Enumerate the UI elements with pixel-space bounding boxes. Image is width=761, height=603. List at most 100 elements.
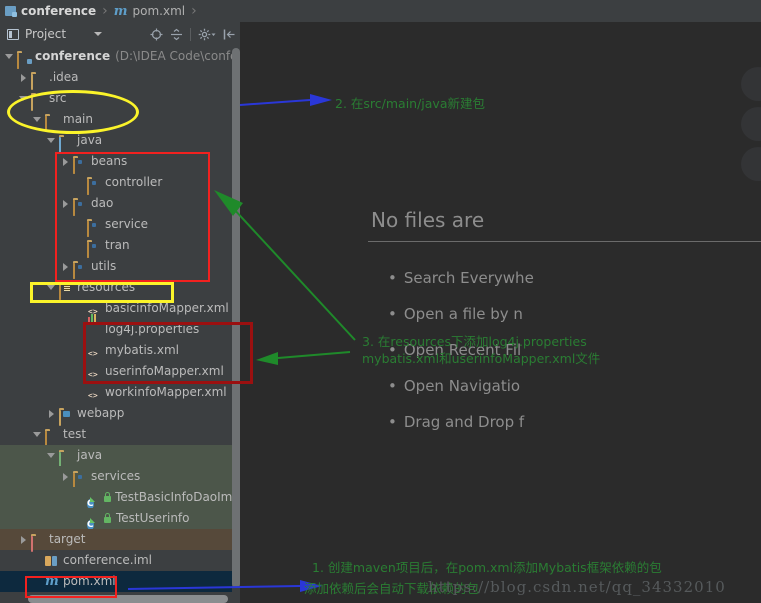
tree-node-service[interactable]: service — [0, 214, 240, 237]
module-root-folder-icon — [17, 51, 31, 69]
tree-node-testuserinfo[interactable]: C TestUserinfo — [0, 508, 240, 530]
maven-m-icon: m — [45, 574, 59, 589]
hide-panel-icon[interactable] — [223, 28, 236, 41]
tree-node-log4j-properties[interactable]: log4j.properties — [0, 319, 240, 340]
tree-node-label: workinfoMapper.xml — [105, 385, 227, 399]
toolbar-divider — [190, 27, 191, 41]
scrollbar-thumb[interactable] — [232, 48, 240, 588]
collapse-arrow-icon[interactable] — [33, 115, 42, 124]
tree-node-mybatis-xml[interactable]: mybatis.xml — [0, 340, 240, 361]
tree-node-java[interactable]: java — [0, 445, 240, 468]
tree-node-label: conference.iml — [63, 553, 152, 567]
iml-file-icon — [45, 555, 59, 567]
tree-node-label: java — [77, 448, 103, 462]
tree-node-label: dao — [91, 196, 114, 210]
tree-node-label: conference — [35, 49, 111, 63]
expand-arrow-icon[interactable] — [19, 535, 28, 544]
expand-arrow-icon[interactable] — [47, 409, 56, 418]
tree-node-webapp[interactable]: webapp — [0, 403, 240, 426]
collapse-arrow-icon[interactable] — [47, 283, 56, 292]
tree-node-main[interactable]: main — [0, 109, 240, 132]
bullet-icon: • — [388, 341, 397, 359]
breadcrumb-label: conference — [21, 4, 97, 18]
tool-window-label: Project — [25, 27, 67, 41]
breadcrumb-separator: › — [191, 3, 197, 19]
tree-node-userinfomapper-xml[interactable]: userinfoMapper.xml — [0, 361, 240, 382]
folder-icon — [31, 72, 45, 90]
tree-node-java[interactable]: java — [0, 130, 240, 153]
expand-arrow-icon[interactable] — [61, 157, 70, 166]
xml-file-icon — [87, 366, 101, 378]
collapse-arrow-icon[interactable] — [5, 52, 14, 61]
expand-arrow-icon[interactable] — [19, 73, 28, 82]
tree-node-label: TestBasicInfoDaoImp — [115, 490, 240, 504]
project-tree[interactable]: conference (D:\IDEA Code\conferenc .idea sr… — [0, 46, 240, 595]
tree-node-services[interactable]: services — [0, 466, 240, 489]
tree-node-test[interactable]: test — [0, 424, 240, 447]
tree-node-controller[interactable]: controller — [0, 172, 240, 195]
breadcrumb-separator: › — [102, 3, 108, 19]
excluded-folder-icon — [31, 534, 45, 552]
tree-node-basicinfomapper-xml[interactable]: basicinfoMapper.xml — [0, 298, 240, 319]
scrollbar-thumb[interactable] — [28, 595, 228, 603]
tree-node-dao[interactable]: dao — [0, 193, 240, 216]
tree-node-utils[interactable]: utils — [0, 256, 240, 279]
tree-horizontal-scrollbar[interactable] — [0, 595, 240, 603]
tree-node-src[interactable]: src — [0, 88, 240, 111]
tree-node-pom-xml[interactable]: m pom.xml — [0, 571, 240, 592]
chevron-down-icon[interactable] — [94, 32, 103, 36]
tree-node-beans[interactable]: beans — [0, 151, 240, 174]
tree-node-label: src — [49, 91, 67, 105]
package-icon — [87, 177, 101, 195]
expand-arrow-icon[interactable] — [61, 262, 70, 271]
tree-node-conference-iml[interactable]: conference.iml — [0, 550, 240, 571]
tree-node-resources[interactable]: resources — [0, 277, 240, 300]
welcome-tip-label: Open Navigatio — [403, 377, 521, 395]
tree-node-label: resources — [77, 280, 136, 294]
collapse-all-icon[interactable] — [170, 28, 183, 41]
package-icon — [87, 240, 101, 258]
tree-node-tran[interactable]: tran — [0, 235, 240, 258]
locate-icon[interactable] — [150, 28, 163, 41]
welcome-tip-label: Open Recent Fil — [403, 341, 522, 359]
project-tool-window-title[interactable]: Project — [0, 27, 103, 41]
welcome-screen: No files are • Search Everywhe • Open a fi… — [241, 22, 761, 603]
breadcrumb-item-file[interactable]: m pom.xml — [109, 0, 188, 22]
bullet-icon: • — [388, 377, 397, 395]
breadcrumb-item-project[interactable]: conference — [0, 0, 99, 22]
tree-node-target[interactable]: target — [0, 529, 240, 552]
welcome-tip-label: Drag and Drop f — [403, 413, 525, 431]
test-class-icon: C — [87, 519, 94, 530]
package-icon — [73, 471, 87, 489]
collapse-arrow-icon[interactable] — [47, 136, 56, 145]
tree-node-testbasicinfodaoimp[interactable]: C TestBasicInfoDaoImp — [0, 487, 240, 509]
settings-gear-icon[interactable] — [198, 28, 216, 41]
package-icon — [87, 219, 101, 237]
tree-node-label: TestUserinfo — [116, 511, 190, 525]
tree-node-label: basicinfoMapper.xml — [105, 301, 229, 315]
tree-node-workinfomapper-xml[interactable]: workinfoMapper.xml — [0, 382, 240, 403]
collapse-arrow-icon[interactable] — [33, 430, 42, 439]
expand-arrow-icon[interactable] — [61, 199, 70, 208]
xml-file-icon — [87, 303, 101, 315]
welcome-tip: • Search Everywhe — [388, 260, 534, 296]
tree-node-conference[interactable]: conference (D:\IDEA Code\conferenc — [0, 46, 240, 69]
expand-arrow-icon[interactable] — [61, 472, 70, 481]
webapp-folder-icon — [59, 408, 73, 426]
bullet-icon: • — [388, 305, 397, 323]
welcome-tip: • Open a file by n — [388, 296, 534, 332]
collapse-arrow-icon[interactable] — [47, 451, 56, 460]
breadcrumb-label: pom.xml — [132, 4, 186, 18]
collapse-arrow-icon[interactable] — [19, 94, 28, 103]
tree-node-idea[interactable]: .idea — [0, 67, 240, 90]
tree-vertical-scrollbar[interactable] — [232, 46, 240, 595]
